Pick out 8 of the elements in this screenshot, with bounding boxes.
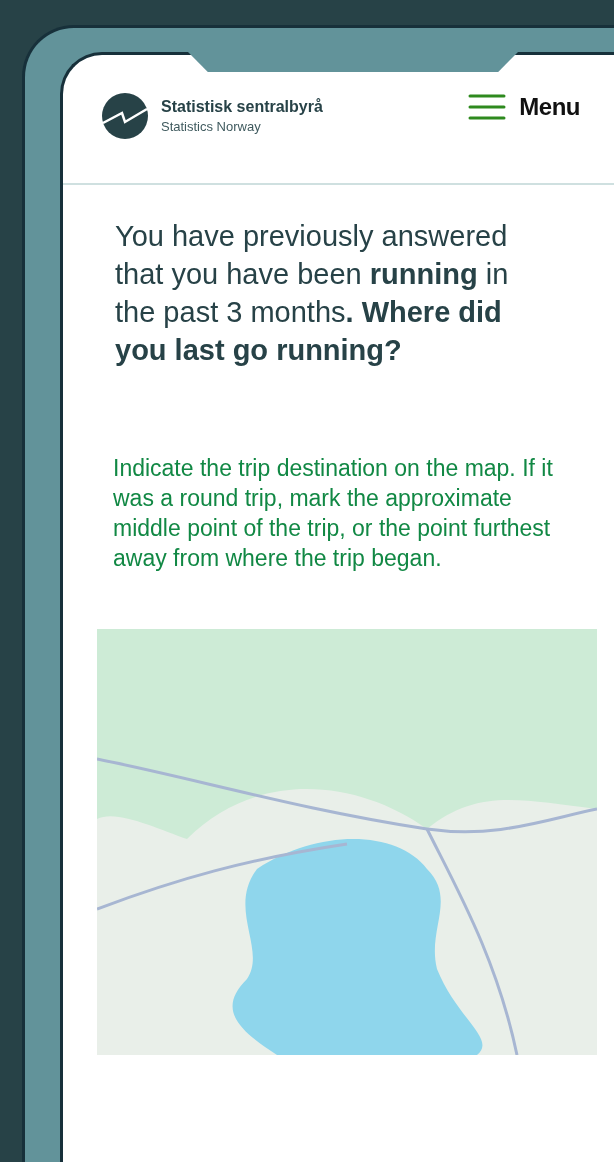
organization-subtitle: Statistics Norway — [161, 119, 262, 134]
instruction-text: Indicate the trip destination on the map. If it was a round trip, mark the approximate middle point of the trip, or the point furthest away from where the trip began. — [113, 454, 553, 573]
question-text: You have previously answered that you have been running in the past 3 months. Where did you last go running? — [115, 219, 510, 368]
logo-icon — [102, 93, 148, 139]
menu-button[interactable]: Menu — [468, 93, 580, 121]
menu-icon — [468, 94, 507, 120]
organization-name: Statistisk sentralbyrå — [161, 98, 323, 116]
map-placeholder[interactable] — [97, 629, 597, 1055]
